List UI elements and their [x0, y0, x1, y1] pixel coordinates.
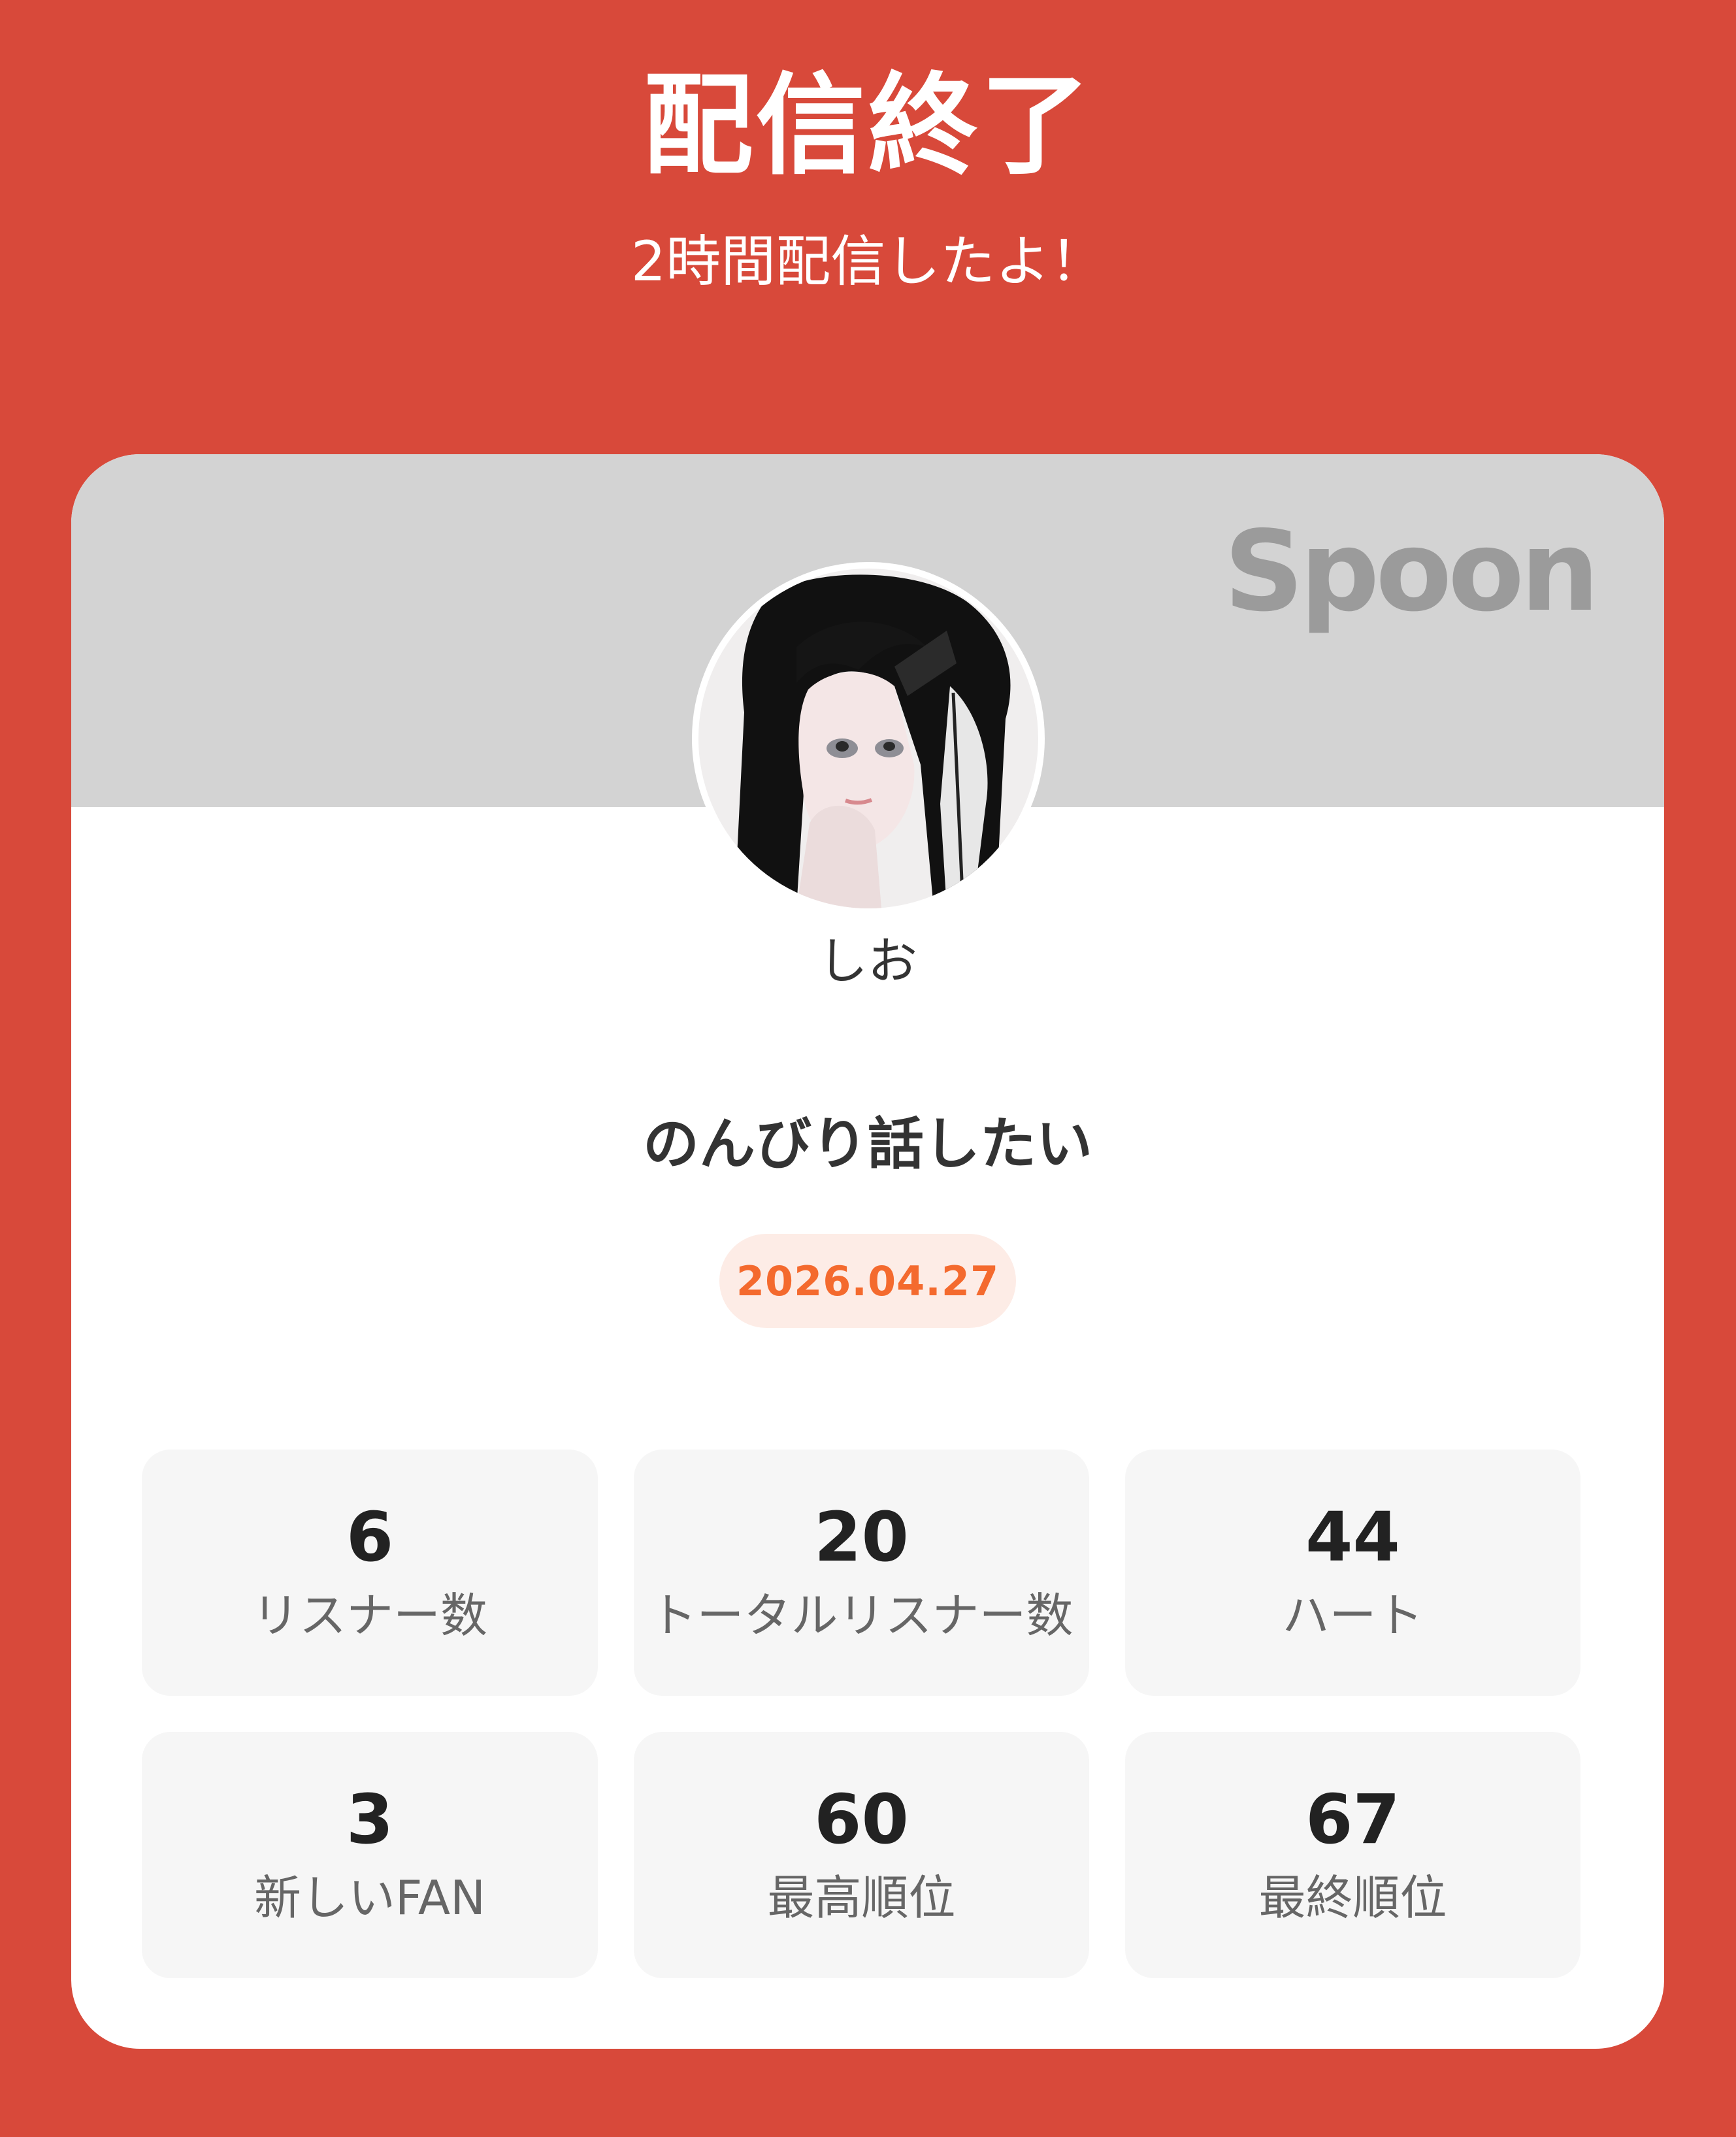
- spoon-logo: Spoon: [1224, 507, 1599, 637]
- stat-card-listeners: 6 リスナー数: [142, 1450, 598, 1696]
- stat-value: 20: [814, 1497, 909, 1577]
- date-badge: 2026.04.27: [719, 1234, 1016, 1328]
- stat-label: リスナー数: [252, 1587, 487, 1643]
- stat-card-hearts: 44 ハート: [1125, 1450, 1580, 1696]
- stat-value: 67: [1305, 1779, 1400, 1859]
- stats-grid: 6 リスナー数 20 トータルリスナー数 44 ハート 3 新しいFAN 60 …: [142, 1450, 1580, 1978]
- stream-summary-card: Spoon しお のんびり話したい 2026.04.27 6 リスナー数 20 …: [71, 454, 1664, 2049]
- stat-label: 最終順位: [1258, 1870, 1447, 1925]
- stat-value: 60: [814, 1779, 909, 1859]
- stat-card-new-fans: 3 新しいFAN: [142, 1732, 598, 1978]
- stat-value: 3: [346, 1779, 394, 1859]
- stat-card-total-listeners: 20 トータルリスナー数: [634, 1450, 1089, 1696]
- avatar: [692, 562, 1045, 915]
- stat-label: ハート: [1282, 1587, 1424, 1643]
- stat-card-highest-rank: 60 最高順位: [634, 1732, 1089, 1978]
- page-subtitle: 2時間配信したよ！: [631, 229, 1105, 293]
- stat-label: 新しいFAN: [254, 1870, 485, 1925]
- stat-value: 6: [346, 1497, 394, 1577]
- stat-label: 最高順位: [767, 1870, 956, 1925]
- stat-value: 44: [1305, 1497, 1400, 1577]
- page-title: 配信終了: [643, 61, 1093, 190]
- avatar-image: [698, 569, 1038, 908]
- username: しお: [818, 932, 917, 990]
- stream-title: のんびり話したい: [643, 1112, 1092, 1177]
- stat-label: トータルリスナー数: [649, 1587, 1073, 1643]
- stat-card-final-rank: 67 最終順位: [1125, 1732, 1580, 1978]
